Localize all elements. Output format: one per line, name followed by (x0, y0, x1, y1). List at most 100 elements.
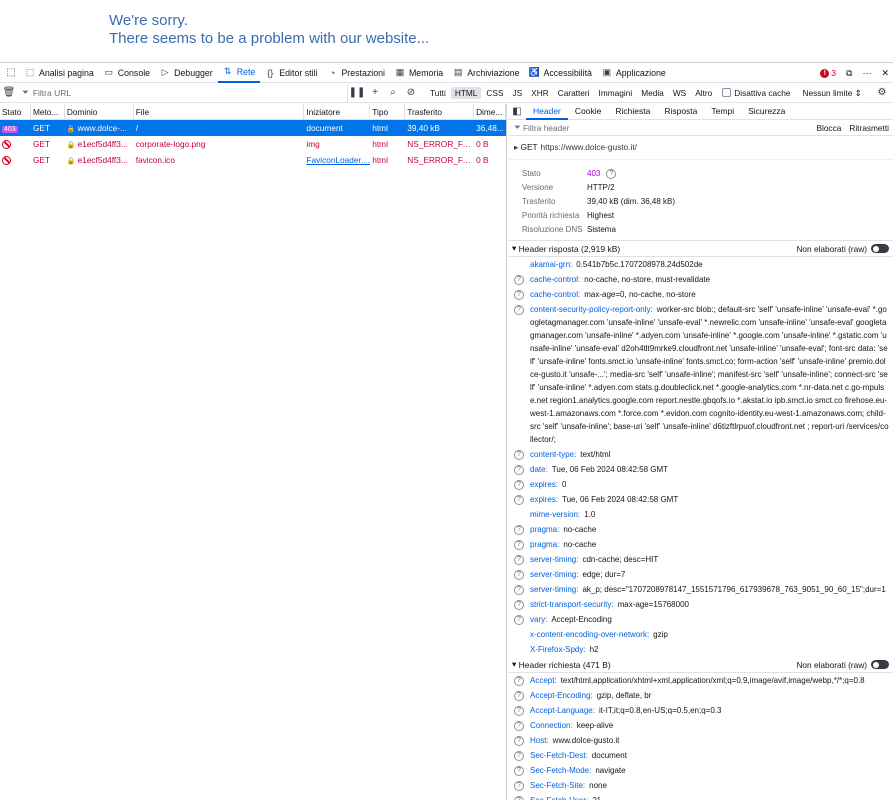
tab-editor-stili[interactable]: {} Editor stili (260, 63, 322, 83)
element-picker-icon[interactable]: ⬚ (2, 64, 20, 82)
block-requests-icon[interactable]: ⊘ (402, 84, 420, 102)
detail-tab-sicurezza[interactable]: Sicurezza (741, 104, 792, 120)
column-header[interactable]: Dime... (474, 104, 506, 119)
help-icon[interactable]: ? (514, 494, 524, 505)
tab-analisi-pagina[interactable]: ⬚ Analisi pagina (20, 63, 99, 83)
filter-type-html[interactable]: HTML (450, 86, 482, 99)
filter-type-tutti[interactable]: Tutti (426, 87, 450, 99)
add-icon[interactable]: + (366, 84, 384, 102)
header-row[interactable]: ? cache-control: max-age=0, no-cache, no-s… (508, 287, 893, 302)
settings-gear-icon[interactable]: ⚙ (873, 84, 891, 102)
tab-archiviazione[interactable]: ▤ Archiviazione (448, 63, 524, 83)
filter-type-immagini[interactable]: Immagini (595, 87, 637, 99)
header-row[interactable]: ? pragma: no-cache (508, 522, 893, 537)
header-row[interactable]: ? Sec-Fetch-User: ?1 (508, 793, 893, 800)
tab-rete[interactable]: ⇅ Rete (217, 63, 261, 83)
help-icon[interactable]: ? (514, 675, 524, 686)
header-row[interactable]: mime-version: 1.0 (508, 507, 893, 522)
raw-toggle[interactable] (871, 660, 889, 669)
help-icon[interactable]: ? (514, 795, 524, 800)
column-header[interactable]: Trasferito (405, 104, 475, 119)
help-icon[interactable]: ? (514, 449, 524, 460)
error-count-badge[interactable]: ! 3 (820, 68, 836, 78)
header-row[interactable]: ? Connection: keep-alive (508, 718, 893, 733)
header-row[interactable]: ? Host: www.dolce-gusto.it (508, 733, 893, 748)
column-header[interactable]: Meto... (31, 104, 65, 119)
tab-applicazione[interactable]: ▣ Applicazione (597, 63, 671, 83)
help-icon[interactable]: ? (514, 464, 524, 475)
header-row[interactable]: ? Accept: text/html,application/xhtml+xml,… (508, 673, 893, 688)
help-icon[interactable]: ? (514, 524, 524, 535)
column-header[interactable]: Dominio (65, 104, 134, 119)
clear-icon[interactable]: 🗑 (0, 84, 18, 102)
detail-tab-tempi[interactable]: Tempi (704, 104, 741, 120)
help-icon[interactable]: ? (514, 304, 524, 315)
request-row[interactable]: GET 🔒 e1ecf5d4ff3... favicon.ico FaviconLoad… (0, 152, 506, 168)
request-url-line[interactable]: ▸ GET https://www.dolce-gusto.it/ (508, 136, 893, 160)
tab-accessibilit-[interactable]: ♿ Accessibilità (525, 63, 597, 83)
help-icon[interactable]: ? (514, 690, 524, 701)
help-icon[interactable]: ? (514, 780, 524, 791)
help-icon[interactable]: ? (514, 720, 524, 731)
header-row[interactable]: ? cache-control: no-cache, no-store, must-… (508, 272, 893, 287)
filter-type-js[interactable]: JS (508, 87, 526, 99)
header-row[interactable]: ? Sec-Fetch-Dest: document (508, 748, 893, 763)
header-row[interactable]: ? content-type: text/html (508, 447, 893, 462)
header-row[interactable]: ? strict-transport-security: max-age=15768… (508, 597, 893, 612)
help-icon[interactable]: ? (514, 289, 524, 300)
help-icon[interactable]: ? (514, 539, 524, 550)
close-devtools-icon[interactable]: ✕ (881, 68, 889, 79)
column-header[interactable]: Iniziatore (304, 104, 371, 119)
help-icon[interactable]: ? (514, 599, 524, 610)
help-icon[interactable]: ? (514, 569, 524, 580)
throttle-select[interactable]: Nessun limite ⇕ (803, 88, 862, 98)
detail-tab-cookie[interactable]: Cookie (568, 104, 608, 120)
header-row[interactable]: ? server-timing: ak_p; desc="1707208978147… (508, 582, 893, 597)
initiator-link[interactable]: FaviconLoader.... (306, 155, 370, 165)
header-row[interactable]: ? pragma: no-cache (508, 537, 893, 552)
filter-type-caratteri[interactable]: Caratteri (554, 87, 594, 99)
help-icon[interactable]: ? (514, 274, 524, 285)
header-row[interactable]: ? server-timing: edge; dur=7 (508, 567, 893, 582)
header-row[interactable]: ? date: Tue, 06 Feb 2024 08:42:58 GMT (508, 462, 893, 477)
request-row[interactable]: 403 GET 🔒 www.dolce-... / document html 39,40 k… (0, 120, 506, 136)
tab-console[interactable]: ▭ Console (99, 63, 155, 83)
filter-type-media[interactable]: Media (637, 87, 668, 99)
header-row[interactable]: x-content-encoding-over-network: gzip (508, 627, 893, 642)
filter-type-ws[interactable]: WS (669, 87, 690, 99)
filter-type-xhr[interactable]: XHR (527, 87, 553, 99)
header-row[interactable]: akamai-grn: 0.541b7b5c.1707208978.24d502d… (508, 257, 893, 272)
search-icon[interactable]: ⌕ (384, 84, 402, 102)
resend-button[interactable]: Ritrasmetti (849, 123, 889, 133)
header-row[interactable]: ? Sec-Fetch-Mode: navigate (508, 763, 893, 778)
tab-memoria[interactable]: ▦ Memoria (390, 63, 448, 83)
header-row[interactable]: X-Firefox-Spdy: h2 (508, 642, 893, 657)
help-icon[interactable]: ? (606, 168, 617, 179)
request-row[interactable]: GET 🔒 e1ecf5d4ff3... corporate-logo.png img h… (0, 136, 506, 152)
help-icon[interactable]: ? (514, 765, 524, 776)
detail-tab-header[interactable]: Header (526, 104, 568, 120)
help-icon[interactable]: ? (514, 614, 524, 625)
column-header[interactable]: Tipo (370, 104, 406, 119)
help-icon[interactable]: ? (514, 554, 524, 565)
header-row[interactable]: ? expires: Tue, 06 Feb 2024 08:42:58 GMT (508, 492, 893, 507)
help-icon[interactable]: ? (514, 705, 524, 716)
sidebar-toggle-icon[interactable]: ◧ (508, 104, 526, 121)
block-button[interactable]: Blocca (816, 123, 841, 133)
filter-url-input[interactable]: ⏷ Filtra URL (18, 83, 348, 102)
header-row[interactable]: ? content-security-policy-report-only: wor… (508, 302, 893, 447)
header-row[interactable]: ? server-timing: cdn-cache; desc=HIT (508, 552, 893, 567)
response-headers-section[interactable]: ▾ Header risposta (2,919 kB) Non elabora… (508, 241, 893, 257)
detail-tab-risposta[interactable]: Risposta (657, 104, 704, 120)
column-header[interactable]: Stato (0, 104, 31, 119)
detail-tab-richiesta[interactable]: Richiesta (608, 104, 657, 120)
column-header[interactable]: File (134, 104, 305, 119)
header-row[interactable]: ? Accept-Encoding: gzip, deflate, br (508, 688, 893, 703)
filter-type-css[interactable]: CSS (482, 87, 507, 99)
disable-cache-checkbox[interactable]: Disattiva cache (722, 88, 791, 98)
help-icon[interactable]: ? (514, 735, 524, 746)
header-row[interactable]: ? Accept-Language: it-IT,it;q=0.8,en-US;q=… (508, 703, 893, 718)
help-icon[interactable]: ? (514, 584, 524, 595)
tab-prestazioni[interactable]: ◔ Prestazioni (322, 63, 390, 83)
help-icon[interactable]: ? (514, 750, 524, 761)
